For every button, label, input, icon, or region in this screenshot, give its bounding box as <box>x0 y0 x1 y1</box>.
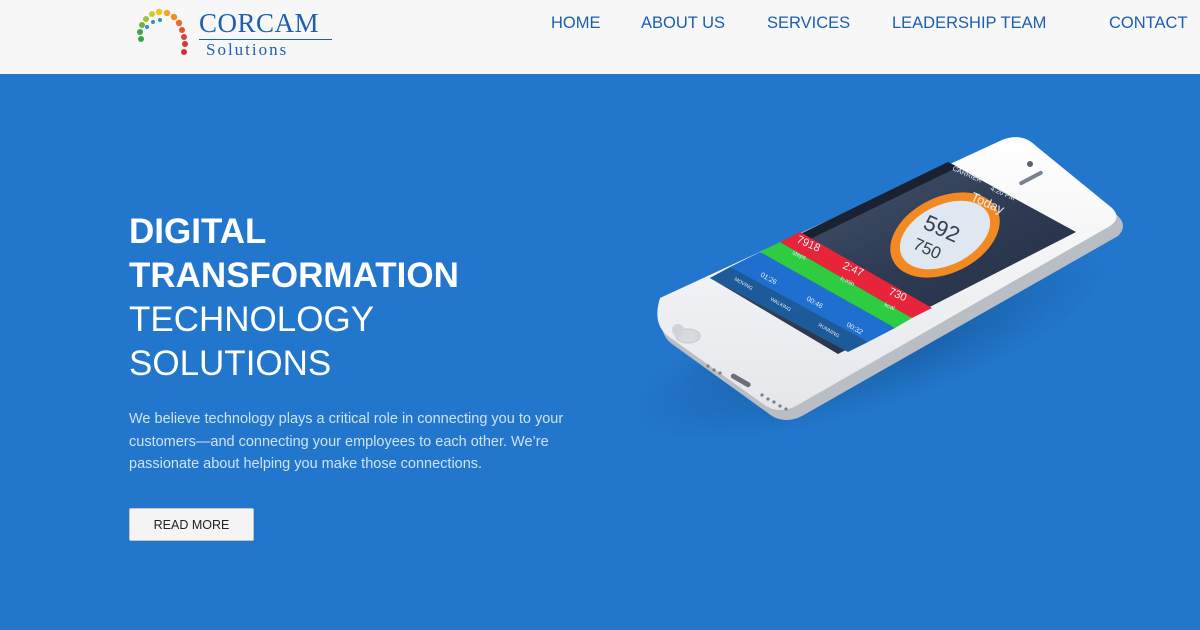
corcam-logo[interactable]: CORCAM Solutions <box>136 6 336 62</box>
nav-contact[interactable]: CONTACT <box>1109 13 1188 33</box>
hero-title-line-3: TECHNOLOGY <box>129 300 375 339</box>
hero-description: We believe technology plays a critical r… <box>129 411 564 472</box>
nav-home[interactable]: HOME <box>551 13 601 33</box>
logo-subtitle: Solutions <box>206 40 289 59</box>
hero-title-line-2: TRANSFORMATION <box>129 256 459 295</box>
site-header: CORCAM Solutions HOME ABOUT US SERVICES … <box>0 0 1200 74</box>
logo-dots-arc-icon <box>137 8 188 55</box>
nav-about-us[interactable]: ABOUT US <box>641 13 725 33</box>
smartphone-illustration: CARRIER 4:20 PM Today 592 750 7918 steps… <box>631 137 1123 440</box>
nav-services[interactable]: SERVICES <box>767 13 850 33</box>
logo-title: CORCAM <box>199 8 320 38</box>
hero-title-line-1: DIGITAL <box>129 212 267 251</box>
read-more-button[interactable]: READ MORE <box>129 508 254 541</box>
hero-title-line-4: SOLUTIONS <box>129 344 332 383</box>
nav-leadership-team[interactable]: LEADERSHIP TEAM <box>892 13 1046 33</box>
